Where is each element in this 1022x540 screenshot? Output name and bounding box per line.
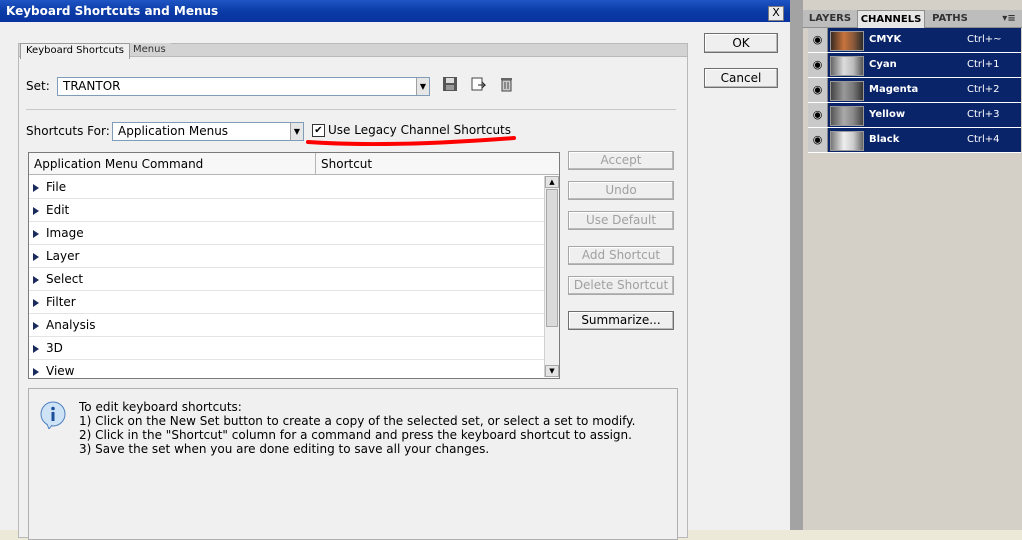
red-underline-annotation [306,136,516,146]
channel-row[interactable]: ◉ Yellow Ctrl+3 [808,103,1021,128]
palette-menu-icon[interactable]: ▾≡ [999,10,1019,27]
channels-palette: LAYERS CHANNELS PATHS ▾≡ ◉ CMYK Ctrl+~ ◉… [803,0,1022,530]
keyboard-shortcuts-dialog: Keyboard Shortcuts and Menus X Keyboard … [0,0,791,540]
table-row[interactable]: Edit [29,199,544,222]
table-row[interactable]: Image [29,222,544,245]
palette-tab-layers[interactable]: LAYERS [803,10,857,27]
info-box: To edit keyboard shortcuts: 1) Click on … [28,388,678,540]
table-scrollbar[interactable]: ▲ ▼ [544,176,559,377]
scroll-thumb[interactable] [546,189,558,327]
divider [790,0,803,530]
cancel-button[interactable]: Cancel [704,68,778,88]
column-header-command[interactable]: Application Menu Command [29,153,316,175]
shortcuts-for-select[interactable]: Application Menus ▼ [112,122,304,141]
expand-triangle-icon[interactable] [33,276,39,284]
expand-triangle-icon[interactable] [33,345,39,353]
set-select-value: TRANTOR [63,79,121,93]
table-row[interactable]: Analysis [29,314,544,337]
undo-button[interactable]: Undo [568,181,674,200]
delete-set-icon[interactable] [498,76,514,92]
channel-row[interactable]: ◉ Black Ctrl+4 [808,128,1021,153]
close-button[interactable]: X [768,6,784,21]
eye-icon[interactable]: ◉ [808,103,828,127]
delete-shortcut-button[interactable]: Delete Shortcut [568,276,674,295]
table-row[interactable]: 3D [29,337,544,360]
table-row[interactable]: File [29,176,544,199]
info-icon [40,401,66,429]
chevron-down-icon: ▼ [290,123,303,140]
palette-tab-paths[interactable]: PATHS [925,10,975,27]
scroll-up-icon[interactable]: ▲ [545,176,559,188]
save-set-icon[interactable] [442,76,458,92]
chevron-down-icon: ▼ [416,78,429,95]
shortcuts-for-value: Application Menus [118,124,229,138]
dialog-title: Keyboard Shortcuts and Menus [6,4,219,18]
new-set-icon[interactable] [470,76,486,92]
column-header-shortcut[interactable]: Shortcut [316,153,559,175]
info-line: 3) Save the set when you are done editin… [79,442,490,456]
expand-triangle-icon[interactable] [33,184,39,192]
channel-row[interactable]: ◉ Cyan Ctrl+1 [808,53,1021,78]
accept-button[interactable]: Accept [568,151,674,170]
shortcuts-for-label: Shortcuts For: [26,124,110,138]
eye-icon[interactable]: ◉ [808,78,828,102]
info-line: To edit keyboard shortcuts: [79,400,242,414]
table-rows: File Edit Image Layer Select Filter Anal… [29,176,544,378]
channel-row[interactable]: ◉ CMYK Ctrl+~ [808,28,1021,53]
channel-thumbnail [830,131,864,151]
table-row[interactable]: Layer [29,245,544,268]
tab-keyboard-shortcuts[interactable]: Keyboard Shortcuts [20,43,130,59]
channel-row[interactable]: ◉ Magenta Ctrl+2 [808,78,1021,103]
ok-button[interactable]: OK [704,33,778,53]
table-row[interactable]: Filter [29,291,544,314]
channel-thumbnail [830,31,864,51]
expand-triangle-icon[interactable] [33,322,39,330]
divider [26,109,676,110]
summarize-button[interactable]: Summarize... [568,311,674,330]
expand-triangle-icon[interactable] [33,230,39,238]
scroll-down-icon[interactable]: ▼ [545,365,559,377]
tab-menus[interactable]: Menus [128,43,171,57]
eye-icon[interactable]: ◉ [808,128,828,152]
channel-thumbnail [830,56,864,76]
use-default-button[interactable]: Use Default [568,211,674,230]
table-row[interactable]: View [29,360,544,378]
table-row[interactable]: Select [29,268,544,291]
expand-triangle-icon[interactable] [33,299,39,307]
dialog-title-bar: Keyboard Shortcuts and Menus X [0,0,790,22]
set-label: Set: [26,79,50,93]
palette-tab-channels[interactable]: CHANNELS [857,10,925,28]
channel-thumbnail [830,106,864,126]
channel-thumbnail [830,81,864,101]
eye-icon[interactable]: ◉ [808,28,828,52]
commands-table: Application Menu Command Shortcut File E… [28,152,560,379]
eye-icon[interactable]: ◉ [808,53,828,77]
set-select[interactable]: TRANTOR ▼ [57,77,430,96]
add-shortcut-button[interactable]: Add Shortcut [568,246,674,265]
expand-triangle-icon[interactable] [33,207,39,215]
expand-triangle-icon[interactable] [33,253,39,261]
expand-triangle-icon[interactable] [33,368,39,376]
info-line: 1) Click on the New Set button to create… [79,414,636,428]
info-line: 2) Click in the "Shortcut" column for a … [79,428,632,442]
